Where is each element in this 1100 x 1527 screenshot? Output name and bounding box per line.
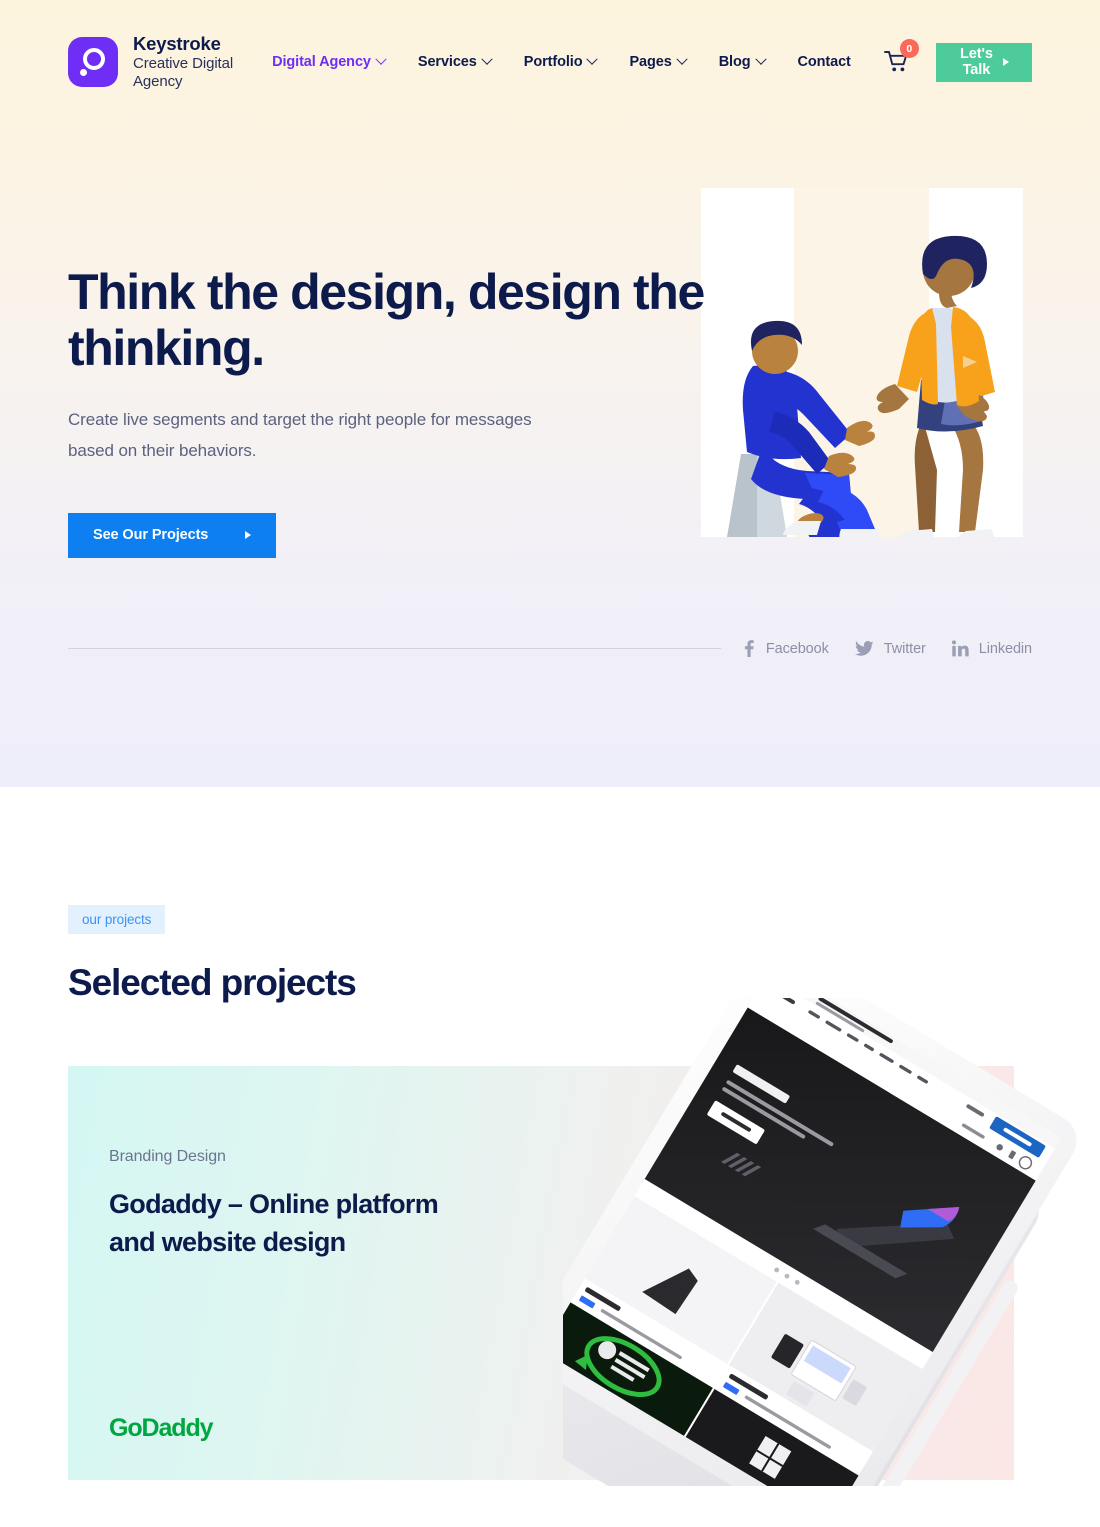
arrow-right-icon xyxy=(245,531,252,540)
arrow-right-icon xyxy=(1003,58,1009,66)
nav-label-contact: Contact xyxy=(797,54,851,70)
section-badge: our projects xyxy=(68,905,166,934)
lets-talk-label: Let's Talk xyxy=(960,46,993,78)
hero-subtitle: Create live segments and target the righ… xyxy=(68,410,532,460)
nav-item-contact[interactable]: Contact xyxy=(798,54,851,70)
lets-talk-button[interactable]: Let's Talk xyxy=(935,42,1032,82)
two-people-conversation-illustration xyxy=(701,188,1023,556)
horizontal-divider xyxy=(68,648,721,649)
brand-name: Keystroke xyxy=(133,33,221,55)
social-link-linkedin[interactable]: Linkedin xyxy=(951,640,1032,657)
chevron-down-icon xyxy=(375,53,387,65)
main-navigation: Digital Agency Services Portfolio Pages … xyxy=(272,53,884,70)
header-actions: 0 Let's Talk xyxy=(883,39,1032,82)
chevron-down-icon xyxy=(481,53,493,65)
selected-projects-section: our projects Selected projects Branding … xyxy=(0,787,1100,1486)
hero-footer: Facebook Twitter Linkedin xyxy=(0,640,1100,657)
social-label-linkedin: Linkedin xyxy=(978,640,1032,657)
social-link-facebook[interactable]: Facebook xyxy=(741,640,829,657)
social-label-facebook: Facebook xyxy=(765,640,829,657)
nav-item-blog[interactable]: Blog xyxy=(718,53,767,70)
see-our-projects-label: See Our Projects xyxy=(93,527,209,544)
project-title: Godaddy – Online platform and website de… xyxy=(109,1189,439,1257)
nav-item-pages[interactable]: Pages xyxy=(629,53,688,70)
hero-section: Keystroke Creative Digital Agency Digita… xyxy=(0,0,1100,787)
keystroke-logo-icon xyxy=(68,36,118,87)
twitter-icon xyxy=(854,641,874,656)
chevron-down-icon xyxy=(586,53,599,65)
logo-dot-shape xyxy=(80,68,87,76)
chevron-down-icon xyxy=(676,53,688,65)
facebook-icon xyxy=(744,640,754,657)
nav-label-portfolio: Portfolio xyxy=(523,54,583,70)
nav-item-digital-agency[interactable]: Digital Agency xyxy=(272,53,387,70)
social-link-twitter[interactable]: Twitter xyxy=(854,640,926,657)
brand-tagline: Creative Digital Agency xyxy=(133,55,234,90)
nav-label-blog: Blog xyxy=(718,54,751,70)
social-links: Facebook Twitter Linkedin xyxy=(741,640,1032,657)
logo-ring-shape xyxy=(83,47,105,70)
nav-label-pages: Pages xyxy=(629,54,672,70)
linkedin-icon xyxy=(951,640,969,657)
nav-item-portfolio[interactable]: Portfolio xyxy=(523,53,599,70)
page-title: Think the design, design the thinking. xyxy=(68,264,705,376)
chevron-down-icon xyxy=(754,53,767,65)
project-cards-area: Branding Design Godaddy – Online platfor… xyxy=(68,949,1077,1486)
shopping-cart-icon[interactable]: 0 xyxy=(883,39,919,75)
nav-label-digital-agency: Digital Agency xyxy=(272,54,371,70)
brand-text: Keystroke Creative Digital Agency xyxy=(133,33,250,90)
site-header: Keystroke Creative Digital Agency Digita… xyxy=(0,0,1100,124)
social-label-twitter: Twitter xyxy=(883,640,926,657)
page-root: Keystroke Creative Digital Agency Digita… xyxy=(0,0,1100,1486)
tablet-device-mockup xyxy=(507,949,1100,1486)
see-our-projects-button[interactable]: See Our Projects xyxy=(68,512,277,558)
nav-label-services: Services xyxy=(417,54,477,70)
project-category: Branding Design xyxy=(109,1148,226,1165)
nav-item-services[interactable]: Services xyxy=(417,53,493,70)
project-client-logo: GoDaddy xyxy=(109,1414,214,1442)
cart-count-badge: 0 xyxy=(899,39,919,58)
brand-logo-link[interactable]: Keystroke Creative Digital Agency xyxy=(68,33,250,90)
